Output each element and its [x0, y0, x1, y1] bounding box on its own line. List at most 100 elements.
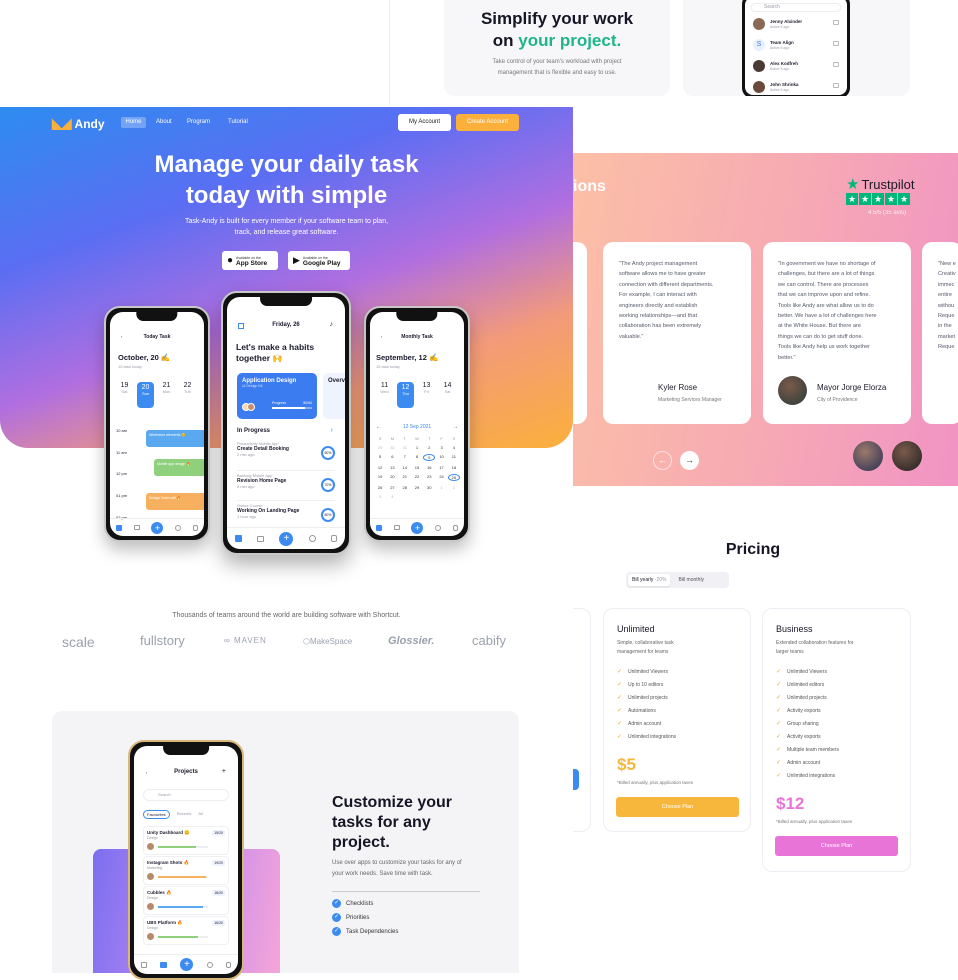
calendar-day[interactable]: 16 — [423, 465, 435, 470]
calendar-day[interactable]: 30 — [386, 445, 398, 450]
next-arrow-button[interactable]: → — [680, 451, 699, 470]
chat-icon[interactable] — [308, 535, 316, 542]
camera-icon[interactable] — [833, 41, 839, 46]
add-button[interactable]: + — [411, 521, 424, 534]
calendar-day[interactable]: 2 — [448, 485, 460, 490]
calendar-day[interactable]: 6 — [386, 454, 398, 461]
calendar-day[interactable]: 11 — [448, 454, 460, 461]
calendar-day[interactable]: 9 — [423, 454, 436, 461]
calendar-day[interactable]: 17 — [435, 465, 447, 470]
calendar-day[interactable]: 14 — [399, 465, 411, 470]
avatar[interactable] — [892, 441, 922, 471]
brand-logo[interactable]: ◣◢ Andy — [52, 115, 105, 132]
home-icon[interactable] — [375, 524, 382, 531]
calendar-day[interactable]: 26 — [374, 485, 386, 490]
calendar-day[interactable]: 15 — [411, 465, 423, 470]
calendar-day[interactable]: 12 — [374, 465, 386, 470]
calendar-day[interactable]: 7 — [399, 454, 411, 461]
day-item[interactable]: 12 Thu — [397, 382, 414, 408]
calendar-day[interactable]: 19 — [374, 474, 386, 481]
calendar-day[interactable]: 13 — [386, 465, 398, 470]
google-play-button[interactable]: ▶ Available on the Google Play — [288, 251, 350, 270]
camera-icon[interactable] — [833, 20, 839, 25]
create-account-button[interactable]: Create Account — [456, 114, 519, 131]
calendar-day[interactable]: 27 — [386, 485, 398, 490]
search-input[interactable]: Search — [143, 789, 229, 801]
project-card[interactable]: Application Design UI Design Kit Progres… — [237, 373, 317, 419]
camera-icon[interactable] — [833, 62, 839, 67]
calendar-day[interactable]: 3 — [374, 494, 386, 499]
choose-plan-button[interactable] — [573, 769, 579, 790]
day-item[interactable]: 13 Fri — [418, 382, 435, 408]
folder-icon[interactable] — [160, 961, 168, 968]
avatar[interactable] — [853, 441, 883, 471]
home-icon[interactable] — [234, 535, 242, 542]
contacts-search[interactable]: Search — [751, 3, 841, 12]
add-button[interactable]: + — [180, 958, 194, 971]
calendar-day[interactable]: 8 — [411, 454, 423, 461]
contact-row[interactable]: Alex Kodfreh Active 5 ago — [751, 57, 843, 78]
project-card-overview[interactable]: Overview — [323, 373, 345, 419]
calendar-day[interactable]: 30 — [423, 485, 435, 490]
tab-favourites[interactable]: Favourites — [143, 810, 170, 819]
profile-icon[interactable] — [193, 524, 199, 531]
calendar-day[interactable]: 25 — [447, 474, 460, 481]
next-month-icon[interactable]: → — [453, 424, 458, 430]
calendar-day[interactable]: 1 — [435, 485, 447, 490]
nav-about[interactable]: About — [156, 119, 172, 125]
calendar-day[interactable]: 28 — [399, 485, 411, 490]
add-button[interactable]: + — [279, 531, 294, 546]
day-item[interactable]: 11 Wed — [376, 382, 393, 408]
calendar-day[interactable]: 29 — [411, 485, 423, 490]
calendar-day[interactable]: 20 — [386, 474, 398, 481]
add-button[interactable]: + — [151, 521, 164, 534]
contact-row[interactable]: Jenny Alxinder Active 5 ago — [751, 15, 843, 36]
nav-program[interactable]: Program — [187, 119, 210, 125]
project-item[interactable]: Cubbles 🔥 Design 18/20 — [143, 886, 229, 915]
calendar-day[interactable]: 10 — [435, 454, 447, 461]
day-item[interactable]: 20 Sun — [137, 382, 154, 408]
toggle-monthly[interactable]: Bill monthly — [670, 574, 712, 586]
chat-icon[interactable] — [435, 524, 442, 531]
bell-icon[interactable]: ♪ — [330, 321, 334, 328]
event-card[interactable]: Mobile app design 🔥 — [154, 459, 204, 476]
project-item[interactable]: UBS Platform 🔥 Design 16/20 — [143, 916, 229, 945]
day-item[interactable]: 19 Sat — [116, 382, 133, 408]
contact-row[interactable]: John Shrinka Active 5 ago — [751, 78, 843, 96]
choose-plan-button[interactable]: Choose Plan — [775, 836, 898, 856]
calendar-day[interactable]: 1 — [411, 445, 423, 450]
add-icon[interactable]: + — [222, 768, 226, 775]
camera-icon[interactable] — [833, 83, 839, 88]
folder-icon[interactable] — [133, 525, 140, 530]
calendar-day[interactable]: 18 — [448, 465, 460, 470]
project-item[interactable]: Instagram Shots 🔥 Marketing 19/20 — [143, 856, 229, 885]
prev-month-icon[interactable]: ← — [376, 424, 381, 430]
event-card[interactable]: Wireframe elements 😊 — [146, 430, 204, 447]
home-icon[interactable] — [115, 524, 122, 531]
calendar-day[interactable]: 5 — [374, 454, 386, 461]
nav-home[interactable]: Home — [121, 117, 146, 128]
calendar-day[interactable]: 2 — [423, 445, 435, 450]
toggle-yearly[interactable]: Bill yearly -20% — [628, 574, 671, 586]
choose-plan-button[interactable]: Choose Plan — [616, 797, 739, 817]
nav-tutorial[interactable]: Tutorial — [228, 119, 248, 125]
my-account-button[interactable]: My Account — [398, 114, 451, 131]
chevron-right-icon[interactable]: › — [331, 427, 333, 434]
profile-icon[interactable] — [331, 535, 338, 542]
day-item[interactable]: 21 Mon — [158, 382, 175, 408]
folder-icon[interactable] — [393, 525, 400, 530]
event-card[interactable]: Design Team call 🔥 — [146, 493, 204, 510]
calendar-day[interactable]: 22 — [411, 474, 423, 481]
calendar-day[interactable]: 4 — [448, 445, 460, 450]
calendar-day[interactable]: 23 — [423, 474, 435, 481]
project-item[interactable]: Unity Dashboard 😊 Design 15/20 — [143, 826, 229, 855]
tab-recents[interactable]: Recents — [177, 810, 192, 819]
day-item[interactable]: 14 Sat — [439, 382, 456, 408]
chat-icon[interactable] — [175, 524, 182, 531]
folder-icon[interactable] — [257, 535, 265, 542]
calendar-day[interactable]: 21 — [399, 474, 411, 481]
task-item[interactable]: Productivity Mobile App Create Detail Bo… — [237, 441, 335, 471]
contact-row[interactable]: S Team Align Active 5 ago — [751, 36, 843, 57]
calendar-day[interactable]: 31 — [399, 445, 411, 450]
profile-icon[interactable] — [453, 524, 459, 531]
